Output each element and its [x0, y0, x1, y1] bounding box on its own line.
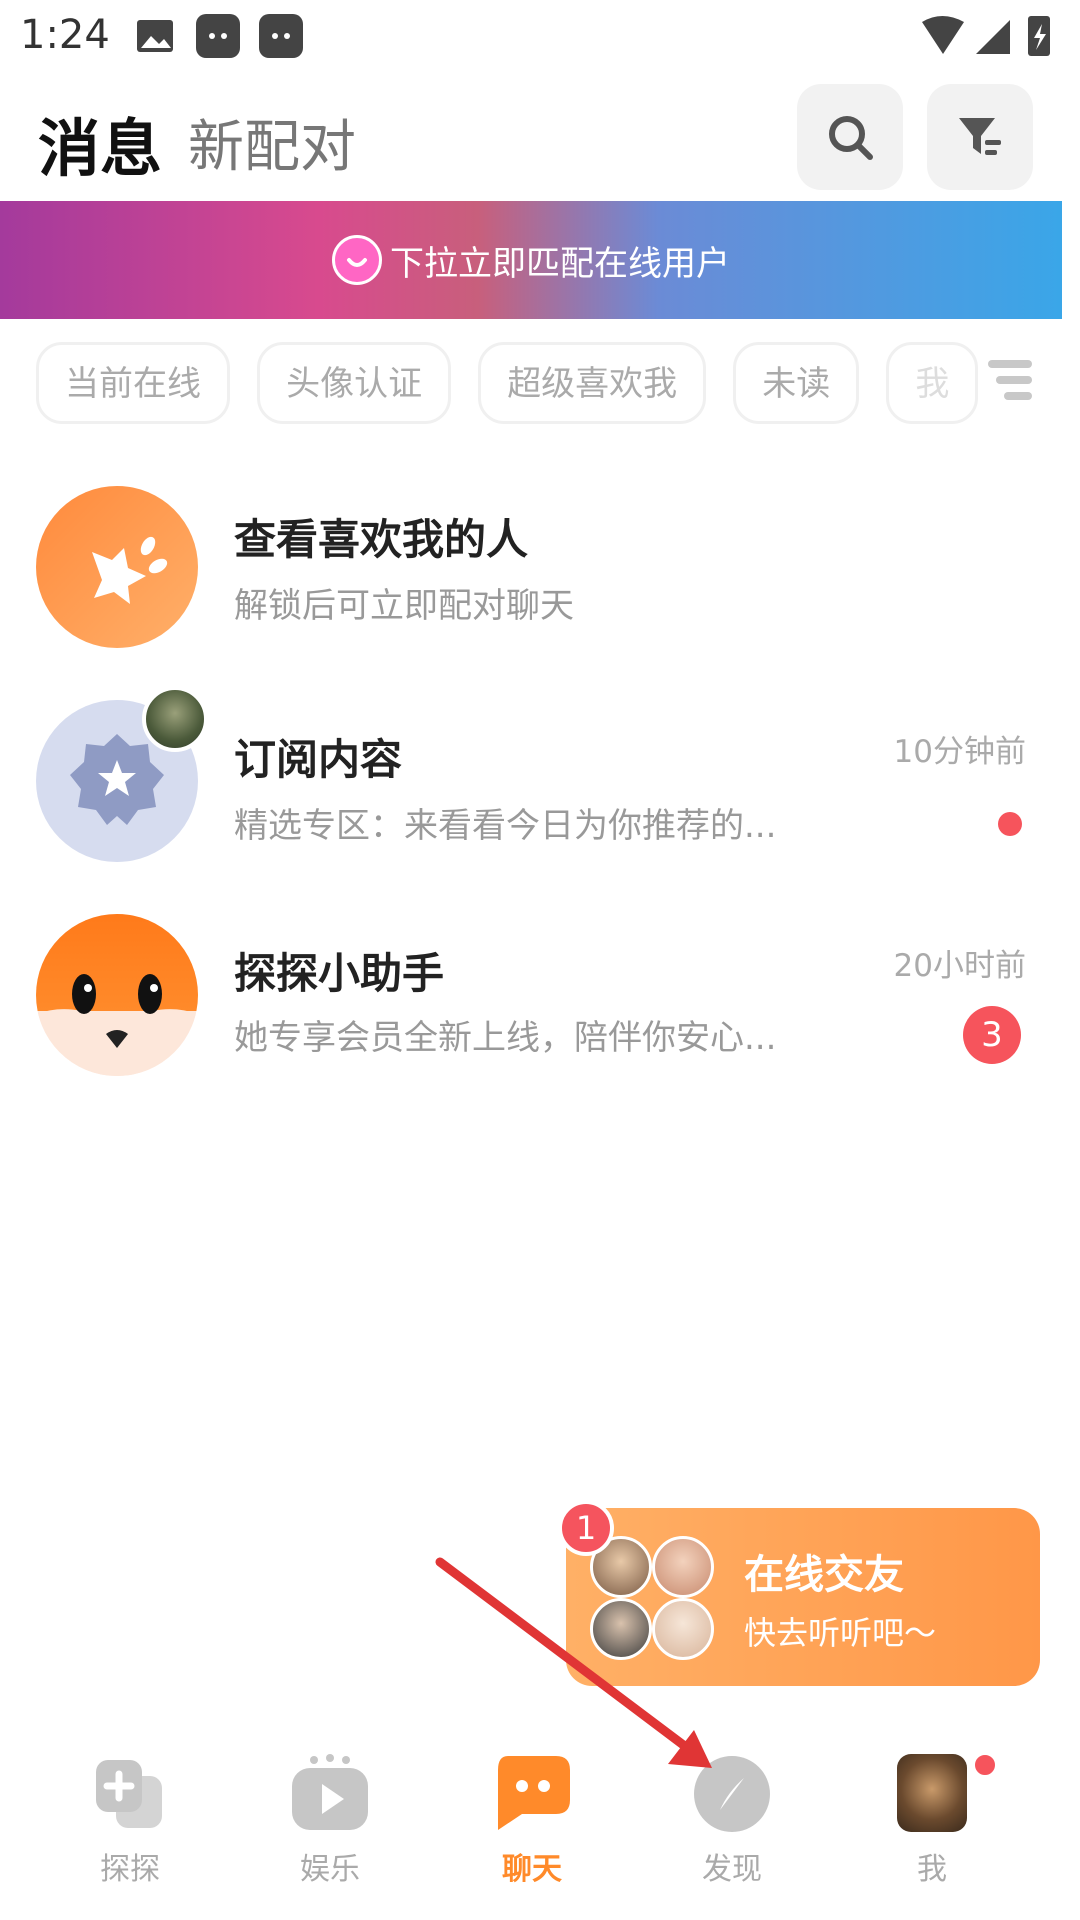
- gallery-icon: [133, 14, 177, 58]
- card-count-badge: 1: [558, 1500, 614, 1556]
- unread-dot: [998, 812, 1022, 836]
- item-timestamp: 10分钟前: [893, 734, 1026, 770]
- likes-avatar: [36, 486, 198, 648]
- nav-label: 探探: [100, 1852, 160, 1887]
- subscription-mini-avatar: [142, 686, 208, 752]
- tantan-notification-icon: [196, 14, 240, 58]
- fox-mascot-icon: [36, 974, 198, 1076]
- nav-label: 聊天: [502, 1852, 562, 1887]
- item-timestamp: 20小时前: [893, 948, 1026, 984]
- nav-discover[interactable]: 发现: [652, 1740, 812, 1910]
- cell-signal-icon: [976, 20, 1010, 54]
- list-item-who-liked-me[interactable]: 查看喜欢我的人 解锁后可立即配对聊天: [0, 486, 1080, 656]
- chip-super-liked-me[interactable]: 超级喜欢我: [478, 342, 707, 424]
- smile-icon: [332, 235, 382, 285]
- tv-play-icon: [290, 1754, 370, 1834]
- nav-entertainment[interactable]: 娱乐: [250, 1740, 410, 1910]
- card-subtitle: 快去听听吧～: [744, 1614, 937, 1652]
- nav-chat[interactable]: 聊天: [452, 1740, 612, 1910]
- list-item-subscriptions[interactable]: 订阅内容 精选专区：来看看今日为你推荐的... 10分钟前: [0, 686, 1080, 870]
- me-notification-dot: [972, 1752, 998, 1778]
- status-time: 1:24: [20, 12, 110, 58]
- search-button[interactable]: [797, 84, 903, 190]
- assistant-avatar: [36, 914, 198, 1076]
- status-bar: 1:24: [0, 0, 1080, 72]
- cards-icon: [90, 1754, 170, 1834]
- header: 消息 新配对: [0, 80, 1080, 200]
- item-subtitle: 精选专区：来看看今日为你推荐的...: [234, 806, 777, 846]
- nav-label: 娱乐: [300, 1852, 360, 1887]
- chip-truncated[interactable]: 我: [886, 342, 979, 424]
- pull-to-match-banner[interactable]: 下拉立即匹配在线用户: [0, 201, 1062, 319]
- chip-photo-verified[interactable]: 头像认证: [257, 342, 452, 424]
- bottom-navigation: 探探 娱乐 聊天 发现 我: [0, 1740, 1080, 1920]
- filter-icon: [959, 118, 1001, 155]
- chat-bubble-icon: [492, 1754, 572, 1834]
- tab-messages[interactable]: 消息: [38, 98, 162, 188]
- unread-count-badge: 3: [963, 1006, 1021, 1064]
- item-subtitle: 解锁后可立即配对聊天: [234, 586, 574, 626]
- nav-tantan[interactable]: 探探: [50, 1740, 210, 1910]
- item-title: 订阅内容: [234, 735, 403, 784]
- nav-label: 发现: [702, 1852, 762, 1887]
- nav-label: 我: [917, 1852, 947, 1887]
- search-icon: [829, 116, 873, 160]
- online-dating-card[interactable]: 在线交友 快去听听吧～: [566, 1508, 1040, 1686]
- compass-icon: [692, 1754, 772, 1834]
- item-subtitle: 她专享会员全新上线，陪伴你安心...: [234, 1018, 777, 1058]
- user-avatar: [652, 1536, 714, 1598]
- user-avatar: [590, 1598, 652, 1660]
- item-title: 探探小助手: [234, 949, 445, 998]
- user-avatar: [652, 1598, 714, 1660]
- paw-icon: [92, 536, 168, 604]
- tantan-notification-icon: [259, 14, 303, 58]
- chip-online-now[interactable]: 当前在线: [36, 342, 230, 424]
- card-title: 在线交友: [744, 1552, 904, 1598]
- filter-button[interactable]: [927, 84, 1033, 190]
- banner-text: 下拉立即匹配在线用户: [390, 243, 730, 284]
- wifi-icon: [922, 16, 964, 54]
- profile-avatar: [892, 1754, 972, 1834]
- tab-new-matches[interactable]: 新配对: [188, 102, 356, 183]
- chip-unread[interactable]: 未读: [733, 342, 860, 424]
- list-item-tantan-assistant[interactable]: 探探小助手 她专享会员全新上线，陪伴你安心... 20小时前 3: [0, 914, 1080, 1084]
- filter-chip-bar: 当前在线 头像认证 超级喜欢我 未读 我: [36, 342, 996, 426]
- item-title: 查看喜欢我的人: [234, 515, 529, 564]
- status-right-icons: [912, 12, 1062, 64]
- chips-menu-icon[interactable]: [988, 360, 1032, 408]
